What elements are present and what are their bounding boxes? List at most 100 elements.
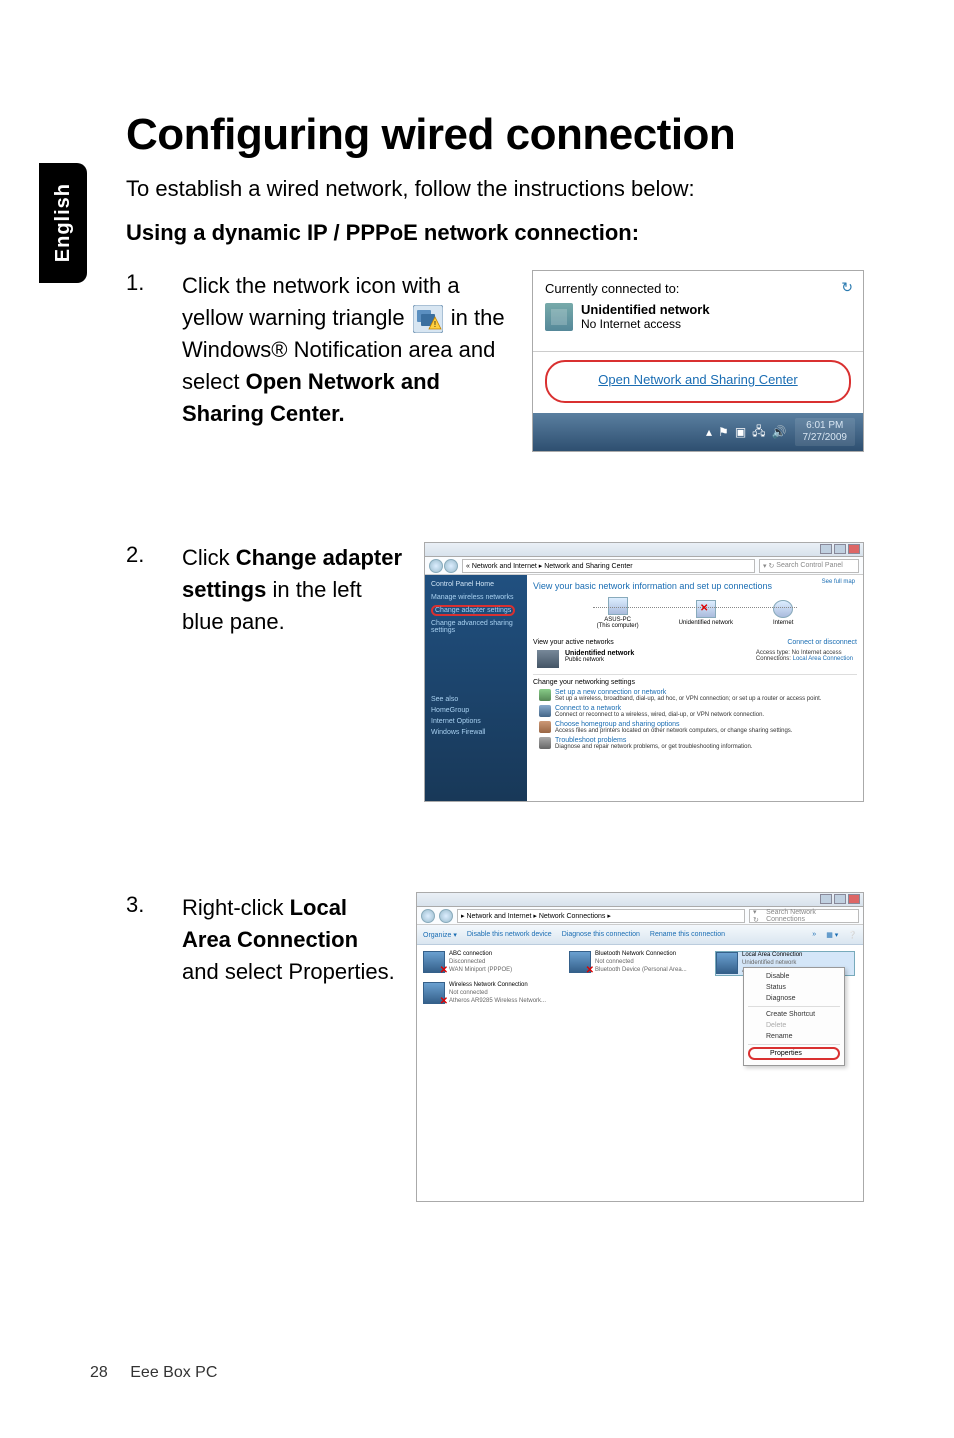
homegroup-icon	[539, 721, 551, 733]
language-label: English	[52, 183, 75, 262]
search-input[interactable]: ▾ ↻ Search Control Panel	[759, 559, 859, 573]
step-1-text: Click the network icon with a yellow war…	[182, 270, 512, 429]
connection-icon	[423, 951, 445, 973]
connection-icon	[716, 952, 738, 974]
tray-network-icon[interactable]: 🖧	[752, 422, 765, 443]
connected-to-label: Currently connected to:	[545, 281, 851, 296]
view-icon[interactable]: ▦ ▾	[826, 931, 838, 939]
local-area-connection-link[interactable]: Local Area Connection	[793, 656, 853, 662]
active-networks-label: View your active networks	[533, 639, 614, 646]
connect-network-icon	[539, 705, 551, 717]
open-network-center-link[interactable]: Open Network and Sharing Center	[598, 372, 797, 387]
ctx-properties-highlight: Properties	[748, 1047, 840, 1060]
sub-heading: Using a dynamic IP / PPPoE network conne…	[126, 220, 864, 246]
disable-device-button[interactable]: Disable this network device	[467, 931, 552, 938]
svg-text:!: !	[434, 320, 436, 329]
sidebar-manage-wireless[interactable]: Manage wireless networks	[431, 594, 521, 601]
sidebar-advanced-sharing[interactable]: Change advanced sharing settings	[431, 620, 521, 634]
sidebar-homegroup[interactable]: HomeGroup	[431, 707, 521, 714]
homegroup-link[interactable]: Choose homegroup and sharing options	[555, 721, 792, 728]
step-3-part2: and select Properties.	[182, 959, 395, 984]
page-number: 28	[90, 1364, 108, 1381]
breadcrumb-bar-3[interactable]: ▸ Network and Internet ▸ Network Connect…	[457, 909, 745, 923]
see-full-map-link[interactable]: See full map	[822, 579, 855, 585]
active-network-name: Unidentified network	[565, 650, 634, 657]
step-1-row: 1. Click the network icon with a yellow …	[126, 270, 864, 452]
tray-icons[interactable]: ▴ ⚑ ▣ 🖧 🔊	[706, 422, 786, 443]
ctx-delete: Delete	[744, 1020, 844, 1031]
troubleshoot-link[interactable]: Troubleshoot problems	[555, 737, 752, 744]
maximize-button[interactable]	[834, 544, 846, 554]
organize-menu[interactable]: Organize ▾	[423, 931, 457, 939]
forward-button-3[interactable]	[439, 909, 453, 923]
step-2-part1: Click	[182, 545, 236, 570]
tray-flag-icon[interactable]: ⚑	[718, 425, 729, 439]
tray-arrow-icon[interactable]: ▴	[706, 425, 712, 439]
sidebar-firewall[interactable]: Windows Firewall	[431, 729, 521, 736]
setup-connection-icon	[539, 689, 551, 701]
network-name: Unidentified network	[581, 302, 710, 317]
connect-disconnect-link[interactable]: Connect or disconnect	[787, 639, 857, 646]
titlebar	[425, 543, 863, 557]
footer-title: Eee Box PC	[130, 1364, 217, 1381]
minimize-button-3[interactable]	[820, 894, 832, 904]
diagnose-connection-button[interactable]: Diagnose this connection	[562, 931, 640, 938]
close-button[interactable]	[848, 544, 860, 554]
back-button[interactable]	[429, 559, 443, 573]
ctx-rename[interactable]: Rename	[744, 1031, 844, 1042]
connect-network-link[interactable]: Connect to a network	[555, 705, 764, 712]
sidebar-see-also: See also	[431, 696, 521, 703]
figure-3: ▸ Network and Internet ▸ Network Connect…	[416, 892, 864, 1202]
computer-icon	[608, 597, 628, 615]
refresh-icon[interactable]: ↻	[841, 279, 853, 296]
main-content: Configuring wired connection To establis…	[126, 110, 864, 1292]
language-tab: English	[39, 163, 87, 283]
help-icon[interactable]: ❔	[848, 931, 857, 939]
network-flyout: ↻ Currently connected to: Unidentified n…	[532, 270, 864, 452]
network-connections-window: ▸ Network and Internet ▸ Network Connect…	[416, 892, 864, 1202]
connection-wireless[interactable]: Wireless Network ConnectionNot connected…	[423, 982, 563, 1005]
tray-sound-icon[interactable]: 🔊	[772, 425, 787, 439]
page-footer: 28 Eee Box PC	[90, 1364, 217, 1382]
breadcrumb-bar[interactable]: « Network and Internet ▸ Network and Sha…	[462, 559, 755, 573]
sidebar-home[interactable]: Control Panel Home	[431, 581, 521, 588]
connection-abc[interactable]: ABC connectionDisconnectedWAN Miniport (…	[423, 951, 563, 976]
ctx-status[interactable]: Status	[744, 982, 844, 993]
ctx-properties[interactable]: Properties	[770, 1050, 802, 1057]
connection-bluetooth[interactable]: Bluetooth Network ConnectionNot connecte…	[569, 951, 709, 976]
main-panel: View your basic network information and …	[527, 575, 863, 801]
search-input-3[interactable]: ▾ ↻ Search Network Connections	[749, 909, 859, 923]
open-network-center-highlight: Open Network and Sharing Center	[545, 360, 851, 403]
titlebar-3	[417, 893, 863, 907]
change-settings-label: Change your networking settings	[533, 674, 857, 686]
ctx-shortcut[interactable]: Create Shortcut	[744, 1009, 844, 1020]
step-2-number: 2.	[126, 542, 162, 568]
toolbar: Organize ▾ Disable this network device D…	[417, 925, 863, 945]
minimize-button[interactable]	[820, 544, 832, 554]
step-3-row: 3. Right-click Local Area Connection and…	[126, 892, 864, 1202]
ctx-disable[interactable]: Disable	[744, 971, 844, 982]
ctx-diagnose[interactable]: Diagnose	[744, 993, 844, 1004]
sidebar-change-adapter[interactable]: Change adapter settings	[431, 605, 515, 616]
close-button-3[interactable]	[848, 894, 860, 904]
network-status-icon	[545, 303, 573, 331]
clock-date: 7/27/2009	[803, 432, 848, 444]
tray-power-icon[interactable]: ▣	[735, 425, 746, 439]
sidebar-internet-options[interactable]: Internet Options	[431, 718, 521, 725]
step-3-part1: Right-click	[182, 895, 290, 920]
step-2-row: 2. Click Change adapter settings in the …	[126, 542, 864, 802]
clock-time: 6:01 PM	[803, 420, 848, 432]
maximize-button-3[interactable]	[834, 894, 846, 904]
rename-connection-button[interactable]: Rename this connection	[650, 931, 725, 938]
network-warning-icon: !	[413, 305, 443, 333]
sidebar-change-adapter-highlight: Change adapter settings	[431, 605, 521, 616]
troubleshoot-icon	[539, 737, 551, 749]
main-heading: View your basic network information and …	[533, 581, 857, 591]
context-menu: Disable Status Diagnose Create Shortcut …	[743, 967, 845, 1066]
setup-connection-link[interactable]: Set up a new connection or network	[555, 689, 821, 696]
forward-button[interactable]	[444, 559, 458, 573]
network-sharing-center-window: « Network and Internet ▸ Network and Sha…	[424, 542, 864, 802]
disconnect-x-icon: ✕	[700, 603, 708, 614]
back-button-3[interactable]	[421, 909, 435, 923]
taskbar-clock[interactable]: 6:01 PM 7/27/2009	[795, 418, 856, 446]
